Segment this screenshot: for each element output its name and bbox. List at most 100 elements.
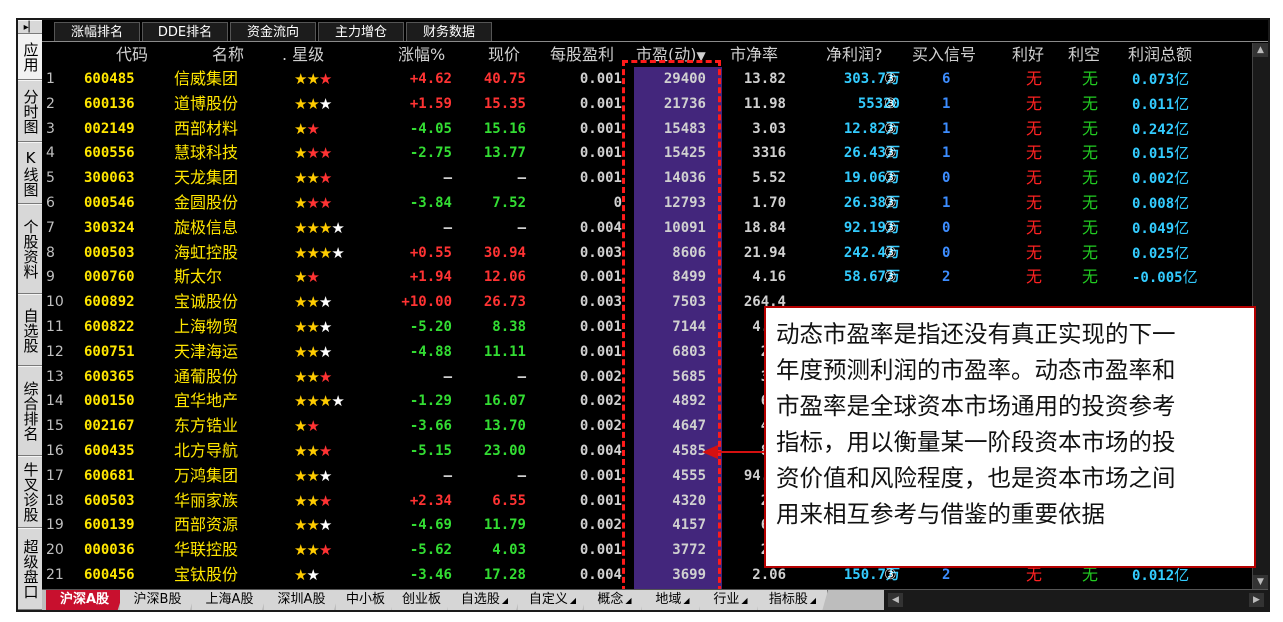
star-icon: ★	[294, 94, 307, 113]
left-nav-tab-app[interactable]: 应用	[18, 34, 42, 80]
star-icon: ★	[331, 218, 344, 237]
left-nav-tab-kline[interactable]: K线图	[18, 142, 42, 204]
col-header-pb[interactable]: 市净率	[730, 43, 778, 67]
market-tab[interactable]: 概念 ◢	[584, 590, 646, 610]
good-news-value: 无	[1026, 93, 1043, 113]
eps-value: 0.001	[579, 120, 622, 137]
left-nav-tab-stock-info[interactable]: 个股资料	[18, 204, 42, 294]
change-percent: -4.05	[409, 120, 452, 137]
col-header-good[interactable]: 利好	[1012, 43, 1044, 67]
row-index: 7	[46, 219, 55, 236]
col-header-buy-signal[interactable]: 买入信号	[912, 43, 976, 67]
dropdown-triangle-icon: ◢	[501, 596, 509, 605]
scroll-up-icon[interactable]: ▲	[1253, 43, 1268, 57]
stock-code: 600435	[84, 443, 135, 459]
market-tab[interactable]: 行业 ◢	[700, 590, 762, 610]
buy-signal-value: 0	[942, 244, 951, 261]
stock-code: 002167	[84, 418, 135, 435]
dropdown-triangle-icon: ◢	[741, 596, 748, 605]
market-tab[interactable]: 中小板	[336, 590, 396, 610]
star-icon: ★	[318, 218, 332, 237]
current-price: 40.75	[483, 71, 526, 87]
net-profit-marker: ③	[884, 269, 897, 286]
star-rating: ★★	[294, 414, 374, 439]
col-header-price[interactable]: 现价	[488, 43, 520, 67]
star-icon: ★	[294, 218, 307, 237]
col-header-total-profit[interactable]: 利润总额	[1128, 43, 1192, 67]
col-header-eps[interactable]: 每股盈利	[550, 43, 614, 67]
net-profit-marker: ③	[884, 145, 897, 162]
stock-name: 西部材料	[174, 118, 239, 138]
market-tab[interactable]: 创业板	[392, 590, 452, 610]
left-nav-tab-diagnosis[interactable]: 牛叉诊股	[18, 456, 42, 528]
current-price: 17.28	[483, 567, 526, 583]
star-icon: ★	[294, 243, 307, 262]
market-tab[interactable]: 自选股 ◢	[448, 590, 522, 610]
star-icon: ★	[294, 119, 307, 138]
star-icon: ★	[306, 516, 319, 535]
tab-gain-ranking[interactable]: 涨幅排名	[54, 22, 140, 41]
scroll-left-icon[interactable]: ◀	[888, 593, 903, 607]
pb-value: 5.52	[752, 170, 786, 187]
star-icon: ★	[294, 144, 307, 163]
tab-dde-ranking[interactable]: DDE排名	[142, 22, 228, 41]
market-tab[interactable]: 地域 ◢	[642, 590, 704, 610]
market-tab-label: 概念	[597, 592, 624, 607]
change-percent: -5.62	[409, 542, 452, 559]
current-price: 23.00	[483, 443, 526, 459]
current-price: 6.55	[492, 492, 526, 509]
star-icon: ★	[306, 194, 319, 212]
col-header-change[interactable]: 涨幅%	[398, 43, 445, 67]
stock-code: 600136	[84, 95, 135, 112]
good-news-value: 无	[1026, 242, 1043, 262]
market-tab[interactable]: 沪深A股	[46, 590, 124, 610]
eps-value: 0.002	[579, 517, 622, 534]
star-icon: ★	[306, 318, 319, 336]
star-rating: ★★★★	[294, 241, 374, 266]
dropdown-triangle-icon: ◢	[809, 596, 817, 605]
buy-signal-value: 0	[942, 170, 951, 187]
collapse-arrow-icon[interactable]: ▸▏	[18, 20, 42, 34]
row-index: 21	[46, 567, 64, 583]
tab-financial-data[interactable]: 财务数据	[406, 22, 492, 41]
star-icon: ★	[306, 342, 319, 361]
left-nav-tab-quote-panel[interactable]: 超级盘口	[18, 528, 42, 610]
buy-signal-value: 0	[942, 219, 951, 236]
total-profit-number: 0.008	[1132, 196, 1175, 212]
market-tab[interactable]: 沪深B股	[120, 590, 196, 610]
market-tab[interactable]: 深圳A股	[264, 590, 340, 610]
tab-capital-flow[interactable]: 资金流向	[230, 22, 316, 41]
left-nav-tab-ranking[interactable]: 综合排名	[18, 366, 42, 456]
market-tab[interactable]: 自定义 ◢	[518, 590, 588, 610]
left-nav-tab-timeshare[interactable]: 分时图	[18, 80, 42, 142]
annotation-line: 资价值和风险程度，也是资本市场之间	[776, 464, 1176, 492]
scroll-right-icon[interactable]: ▶	[1249, 593, 1264, 607]
tab-main-increase[interactable]: 主力增仓	[318, 22, 404, 41]
market-tab[interactable]: 指标股 ◢	[758, 590, 828, 610]
star-rating: ★★★	[294, 365, 374, 390]
market-tab[interactable]: 上海A股	[192, 590, 268, 610]
left-nav-tab-watchlist[interactable]: 自选股	[18, 294, 42, 366]
col-header-bad[interactable]: 利空	[1068, 43, 1100, 67]
total-profit-unit: 亿	[1174, 169, 1190, 188]
col-header-net-profit[interactable]: 净利润?	[826, 43, 883, 67]
star-icon: ★	[318, 70, 332, 88]
scroll-down-icon[interactable]: ▼	[1253, 575, 1268, 589]
total-profit-unit: 亿	[1174, 243, 1190, 262]
stock-name: 旋极信息	[174, 217, 239, 237]
col-header-name[interactable]: 名称	[212, 43, 244, 67]
star-icon: ★	[318, 342, 332, 361]
star-icon: ★	[294, 541, 307, 560]
row-index: 1	[46, 71, 55, 87]
buy-signal-value: 1	[942, 120, 951, 137]
star-rating: ★★★	[294, 191, 374, 216]
market-tab-label: 沪深A股	[59, 592, 110, 607]
good-news-value: 无	[1026, 168, 1043, 188]
col-header-code[interactable]: 代码	[116, 43, 148, 67]
bad-news-value: 无	[1082, 168, 1099, 188]
row-index: 5	[46, 170, 55, 187]
horizontal-scrollbar[interactable]: ◀ ▶	[884, 590, 1268, 610]
total-profit-unit: 亿	[1174, 566, 1190, 584]
eps-value: 0.001	[579, 343, 622, 360]
col-header-star[interactable]: . 星级	[282, 43, 324, 67]
